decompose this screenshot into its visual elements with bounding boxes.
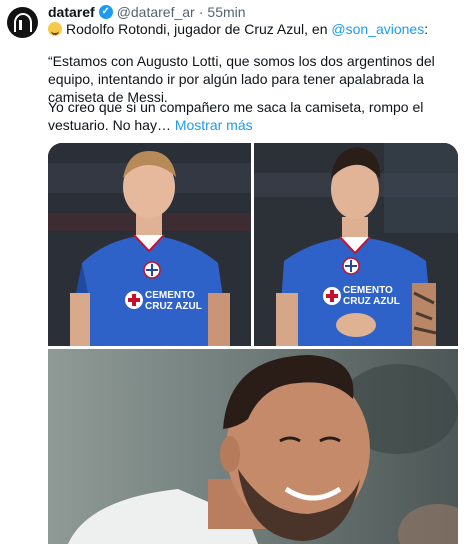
sponsor-text-4: CRUZ AZUL bbox=[343, 296, 400, 307]
tweet-first-line: Rodolfo Rotondi, jugador de Cruz Azul, e… bbox=[48, 20, 458, 38]
photo-player-2[interactable]: CEMENTO CRUZ AZUL bbox=[254, 143, 458, 346]
tweet-paragraph-2: Yo creo que si un compañero me saca la c… bbox=[48, 98, 458, 134]
author-avatar[interactable] bbox=[7, 7, 38, 38]
sponsor-text-3: CEMENTO bbox=[343, 285, 393, 296]
verified-badge-icon: ✓ bbox=[98, 5, 113, 19]
sponsor-text-1: CEMENTO bbox=[145, 290, 195, 301]
first-line-text: Rodolfo Rotondi, jugador de Cruz Azul, e… bbox=[66, 21, 332, 37]
separator-dot: · bbox=[198, 4, 204, 20]
photo-messi[interactable] bbox=[48, 349, 458, 544]
tweet-header: dataref ✓ @dataref_ar · 55min bbox=[48, 2, 456, 22]
photo-player-1[interactable]: CEMENTO CRUZ AZUL bbox=[48, 143, 251, 346]
author-handle[interactable]: @dataref_ar bbox=[117, 4, 195, 20]
first-line-colon: : bbox=[424, 21, 429, 37]
grinning-sweat-emoji-icon bbox=[48, 22, 62, 36]
sponsor-text-2: CRUZ AZUL bbox=[145, 301, 202, 312]
mention-link[interactable]: @son_aviones bbox=[331, 21, 424, 37]
media-grid: CEMENTO CRUZ AZUL CEMENTO CRUZ AZUL bbox=[48, 143, 458, 544]
tweet-timestamp[interactable]: 55min bbox=[207, 4, 245, 20]
show-more-link[interactable]: Mostrar más bbox=[175, 117, 253, 133]
dataref-logo-icon bbox=[13, 13, 32, 32]
author-name[interactable]: dataref bbox=[48, 4, 95, 20]
